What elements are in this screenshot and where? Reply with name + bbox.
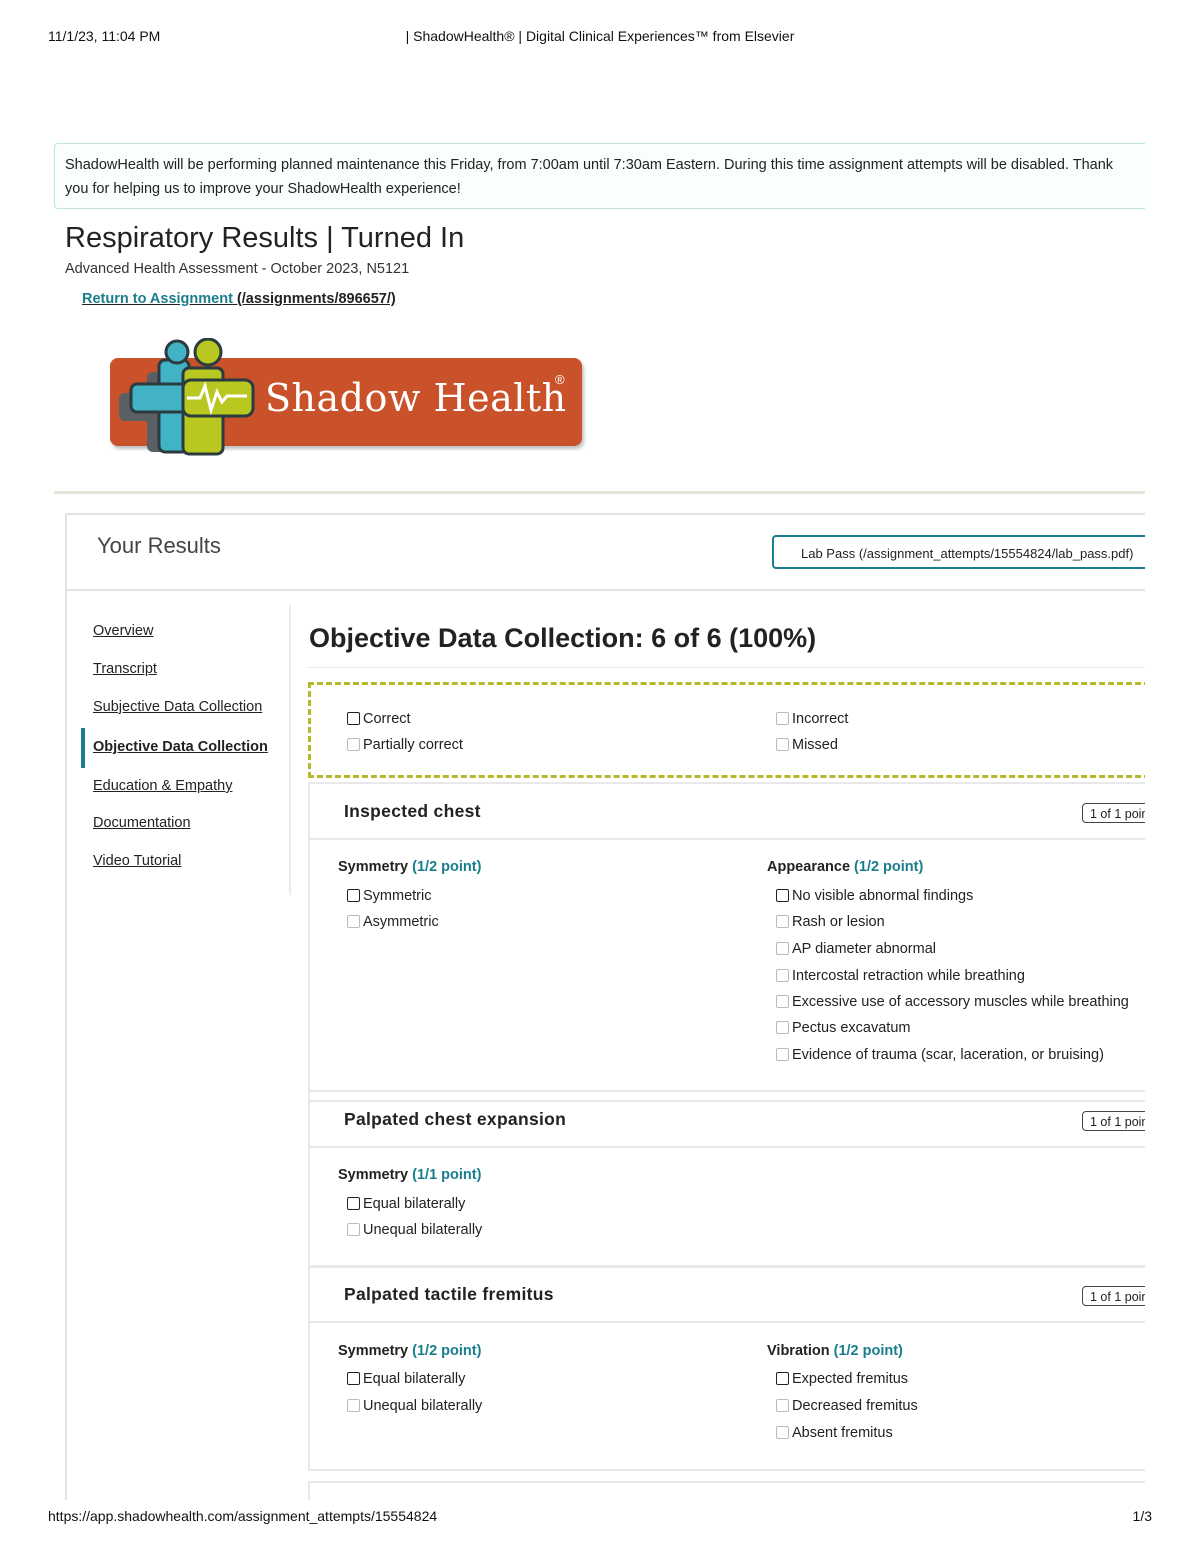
option-item: Expected fremitus — [776, 1370, 908, 1388]
checkbox-icon — [776, 969, 789, 982]
question-header: Palpated chest expansion 1 of 1 point — [310, 1092, 1145, 1148]
section-divider — [54, 491, 1145, 494]
checkbox-icon — [347, 889, 360, 902]
question-title: Inspected chest — [344, 801, 481, 821]
option-item: Equal bilaterally — [347, 1370, 465, 1388]
correct-checkbox-icon — [347, 712, 360, 725]
return-link-path: (/assignments/896657/) — [236, 291, 396, 307]
checkbox-icon — [776, 942, 789, 955]
logo-registered-mark: ® — [555, 372, 565, 387]
course-name: Advanced Health Assessment - October 202… — [65, 261, 410, 277]
option-item: AP diameter abnormal — [776, 940, 936, 958]
return-link-text[interactable]: Return to Assignment — [82, 291, 233, 307]
nav-item-overview[interactable]: Overview — [93, 623, 153, 639]
results-card: Your Results Lab Pass (/assignment_attem… — [65, 513, 1145, 1500]
question-inspected-chest: Inspected chest 1 of 1 point Symmetry (1… — [308, 782, 1145, 1102]
group-title-appearance: Appearance (1/2 point) — [767, 859, 924, 875]
print-url: https://app.shadowhealth.com/assignment_… — [48, 1508, 438, 1524]
return-to-assignment-link[interactable]: Return to Assignment (/assignments/89665… — [82, 291, 396, 307]
results-sidenav: Overview Transcript Subjective Data Coll… — [67, 605, 291, 895]
question-header: Palpated tactile fremitus 1 of 1 point — [310, 1267, 1145, 1323]
points-badge: 1 of 1 point — [1082, 803, 1145, 823]
results-title: Your Results — [97, 533, 221, 558]
points-badge: 1 of 1 point — [1082, 1286, 1145, 1306]
checkbox-icon — [347, 1223, 360, 1236]
option-item: Absent fremitus — [776, 1424, 893, 1442]
option-item: Evidence of trauma (scar, laceration, or… — [776, 1046, 1104, 1064]
question-palpated-tactile-fremitus: Palpated tactile fremitus 1 of 1 point S… — [308, 1265, 1145, 1471]
question-header: Inspected chest 1 of 1 point — [310, 784, 1145, 840]
option-item: Unequal bilaterally — [347, 1221, 482, 1239]
group-title-vibration: Vibration (1/2 point) — [767, 1343, 903, 1359]
group-title-symmetry: Symmetry (1/2 point) — [338, 1343, 482, 1359]
legend-incorrect: Incorrect — [776, 710, 848, 728]
lab-pass-button[interactable]: Lab Pass (/assignment_attempts/15554824/… — [772, 535, 1145, 569]
group-title-symmetry: Symmetry (1/1 point) — [338, 1167, 482, 1183]
page-viewport: ShadowHealth will be performing planned … — [0, 0, 1145, 1500]
shadow-health-logo: Shadow Health ® — [105, 338, 585, 466]
option-item: Symmetric — [347, 887, 431, 905]
banner-line-2: you for helping us to improve your Shado… — [65, 181, 461, 197]
question-title: Palpated tactile fremitus — [344, 1284, 554, 1304]
nav-item-transcript[interactable]: Transcript — [93, 661, 157, 677]
checkbox-icon — [347, 1399, 360, 1412]
section-title: Objective Data Collection: 6 of 6 (100%) — [309, 623, 817, 653]
incorrect-checkbox-icon — [776, 712, 789, 725]
option-item: No visible abnormal findings — [776, 887, 973, 905]
nav-item-video-tutorial[interactable]: Video Tutorial — [93, 853, 181, 869]
title-rule — [307, 667, 1145, 668]
option-item: Rash or lesion — [776, 913, 885, 931]
option-item: Unequal bilaterally — [347, 1397, 482, 1415]
option-item: Decreased fremitus — [776, 1397, 918, 1415]
print-footer: https://app.shadowhealth.com/assignment_… — [48, 1508, 1152, 1528]
legend-correct: Correct — [347, 710, 411, 728]
question-next-partial — [308, 1481, 1145, 1500]
checkbox-icon — [776, 1372, 789, 1385]
legend-partially-correct: Partially correct — [347, 736, 463, 754]
option-item: Equal bilaterally — [347, 1195, 465, 1213]
nav-item-education-empathy[interactable]: Education & Empathy — [93, 778, 232, 794]
option-item: Asymmetric — [347, 913, 439, 931]
checkbox-icon — [776, 1426, 789, 1439]
legend-missed: Missed — [776, 736, 838, 754]
logo-text: Shadow Health — [265, 376, 567, 420]
nav-item-documentation[interactable]: Documentation — [93, 815, 191, 831]
checkbox-icon — [776, 915, 789, 928]
question-title: Palpated chest expansion — [344, 1109, 567, 1129]
checkbox-icon — [776, 1021, 789, 1034]
missed-checkbox-icon — [776, 738, 789, 751]
results-header: Your Results Lab Pass (/assignment_attem… — [67, 515, 1145, 591]
maintenance-banner: ShadowHealth will be performing planned … — [54, 143, 1145, 209]
answer-legend: Correct Partially correct Incorrect Miss… — [308, 682, 1145, 778]
option-item: Pectus excavatum — [776, 1019, 910, 1037]
banner-line-1: ShadowHealth will be performing planned … — [65, 157, 1114, 173]
checkbox-icon — [776, 1048, 789, 1061]
checkbox-icon — [347, 915, 360, 928]
checkbox-icon — [776, 889, 789, 902]
checkbox-icon — [347, 1197, 360, 1210]
checkbox-icon — [347, 1372, 360, 1385]
option-item: Intercostal retraction while breathing — [776, 967, 1025, 985]
page-title: Respiratory Results | Turned In — [65, 222, 465, 254]
nav-item-subjective-data[interactable]: Subjective Data Collection — [93, 699, 262, 715]
group-title-symmetry: Symmetry (1/2 point) — [338, 859, 482, 875]
print-page-number: 1/3 — [1132, 1508, 1152, 1524]
partial-checkbox-icon — [347, 738, 360, 751]
logo-figure-icon — [119, 338, 255, 456]
option-item: Excessive use of accessory muscles while… — [776, 993, 1129, 1011]
points-badge: 1 of 1 point — [1082, 1111, 1145, 1131]
checkbox-icon — [776, 995, 789, 1008]
checkbox-icon — [776, 1399, 789, 1412]
question-palpated-chest-expansion: Palpated chest expansion 1 of 1 point Sy… — [308, 1090, 1145, 1268]
nav-item-objective-data[interactable]: Objective Data Collection — [93, 739, 268, 755]
